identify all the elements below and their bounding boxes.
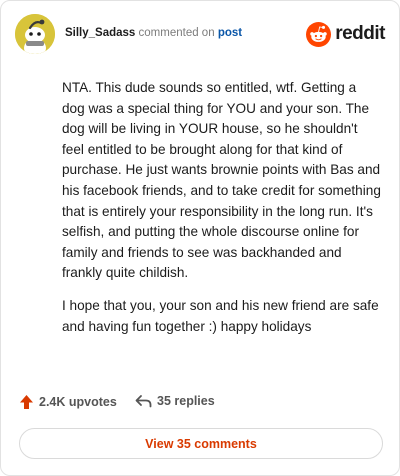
username-link[interactable]: Silly_Sadass [65,27,135,39]
upvotes-label: 2.4K upvotes [39,395,117,409]
comment-body: NTA. This dude sounds so entitled, wtf. … [62,78,382,349]
reddit-wordmark: reddit [335,23,385,44]
upvotes-stat[interactable]: 2.4K upvotes [19,394,117,410]
avatar[interactable] [15,14,55,54]
comment-meta: Silly_Sadass commented on post [65,27,242,39]
reddit-brand[interactable]: reddit [306,21,385,47]
reddit-snoo-icon [306,21,332,47]
post-link[interactable]: post [218,27,242,39]
comment-paragraph: NTA. This dude sounds so entitled, wtf. … [62,80,381,281]
replies-stat[interactable]: 35 replies [135,394,215,408]
comment-paragraph: I hope that you, your son and his new fr… [62,297,379,334]
comment-card: Silly_Sadass commented on post reddit NT… [0,0,400,476]
upvote-arrow-icon [20,395,33,409]
comment-footer: 2.4K upvotes 35 replies [19,394,379,414]
reply-arrow-icon [135,395,152,408]
replies-label: 35 replies [157,394,215,408]
comment-header: Silly_Sadass commented on post reddit [15,14,387,54]
snoo-avatar-icon [15,14,55,54]
action-text: commented on [138,27,215,39]
view-comments-button[interactable]: View 35 comments [19,428,383,459]
